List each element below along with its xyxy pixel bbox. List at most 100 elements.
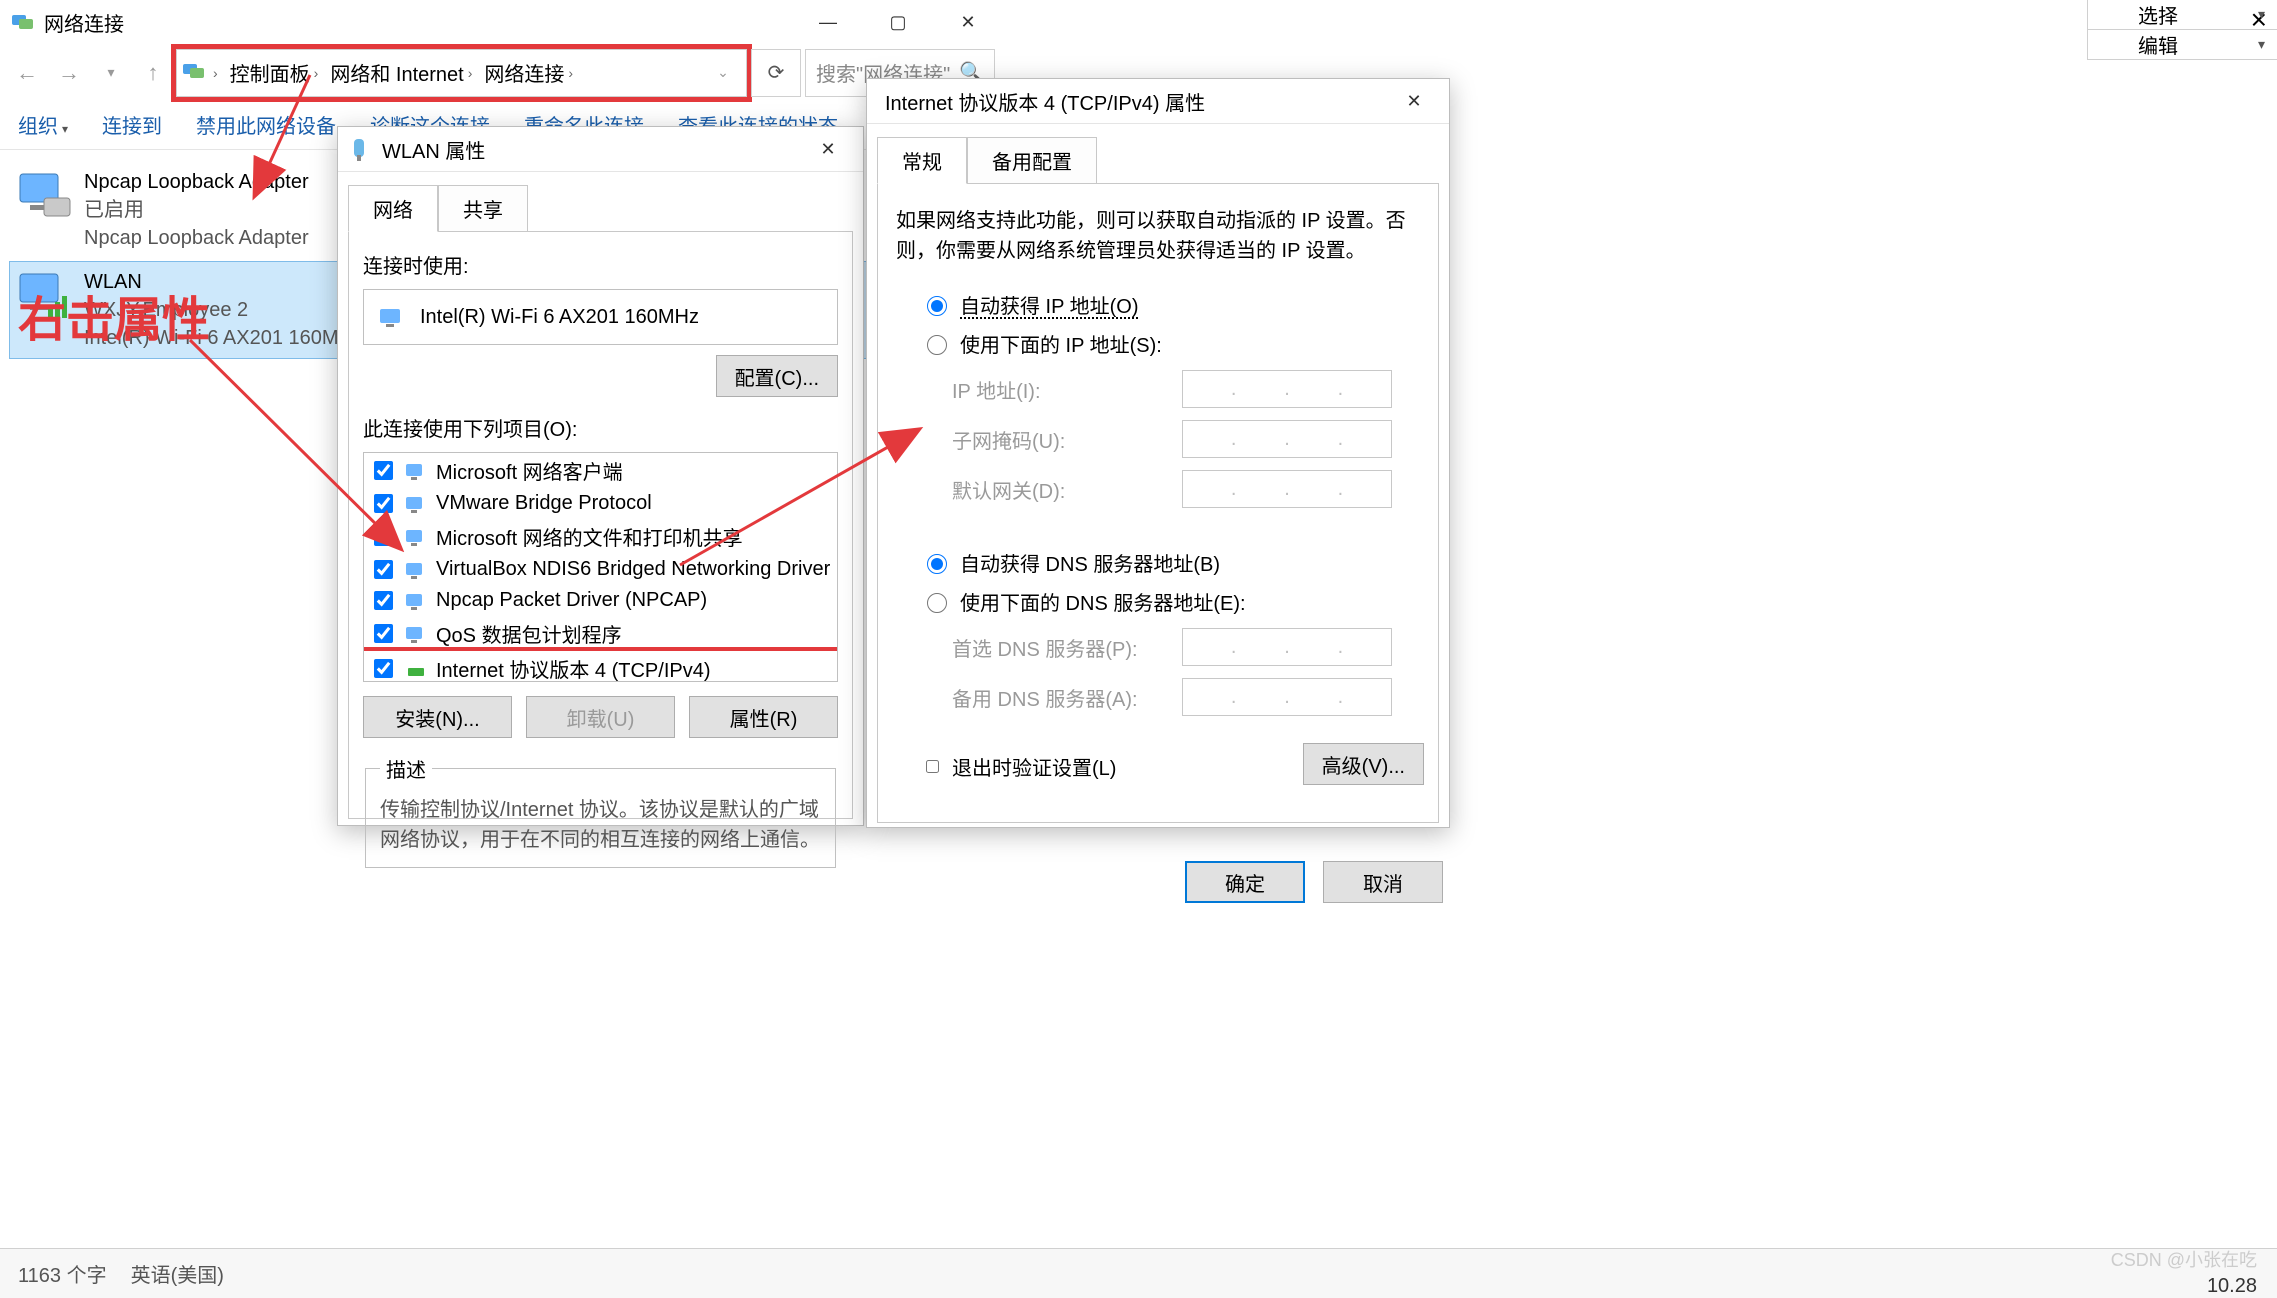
protocol-item[interactable]: Internet 协议版本 4 (TCP/IPv4): [364, 651, 837, 682]
properties-button[interactable]: 属性(R): [689, 696, 838, 738]
protocol-checkbox[interactable]: [374, 591, 393, 610]
protocol-label: Internet 协议版本 4 (TCP/IPv4): [436, 654, 711, 682]
ip-address-label: IP 地址(I):: [952, 375, 1182, 404]
address-history-dropdown[interactable]: ⌄: [704, 54, 742, 92]
radio-auto-ip[interactable]: 自动获得 IP 地址(O): [922, 290, 1424, 319]
dialog-title: WLAN 属性: [382, 135, 793, 164]
cancel-button[interactable]: 取消: [1323, 861, 1443, 903]
protocol-checkbox[interactable]: [374, 494, 393, 513]
adapter-name: Npcap Loopback Adapter: [84, 168, 309, 196]
address-icon: [181, 60, 207, 86]
adapter-device: Intel(R) Wi-Fi 6 AX201 160MHz: [84, 324, 363, 352]
radio-manual-ip-label: 使用下面的 IP 地址(S):: [960, 329, 1162, 358]
protocol-checkbox[interactable]: [374, 527, 393, 546]
protocol-item[interactable]: Microsoft 网络客户端: [364, 453, 837, 488]
protocol-list[interactable]: Microsoft 网络客户端 VMware Bridge Protocol Mic…: [363, 452, 838, 682]
install-button[interactable]: 安装(N)...: [363, 696, 512, 738]
adapter-wifi-icon: [14, 268, 74, 324]
adapter-status: 已启用: [84, 196, 309, 224]
protocol-checkbox[interactable]: [374, 461, 393, 480]
protocol-item[interactable]: Npcap Packet Driver (NPCAP): [364, 585, 837, 616]
tab-general[interactable]: 常规: [877, 137, 967, 184]
connect-using-label: 连接时使用:: [363, 250, 838, 279]
breadcrumb[interactable]: 网络和 Internet›: [324, 54, 478, 91]
validate-on-exit-input[interactable]: [926, 760, 939, 773]
adapter-text: Intel(R) Wi-Fi 6 AX201 160MHz: [420, 306, 699, 329]
adapter-icon: [14, 168, 74, 224]
refresh-button[interactable]: ⟳: [751, 49, 801, 97]
protocol-checkbox[interactable]: [374, 624, 393, 643]
maximize-button[interactable]: ▢: [863, 0, 933, 45]
radio-manual-ip-input[interactable]: [927, 335, 947, 355]
protocol-item[interactable]: VirtualBox NDIS6 Bridged Networking Driv…: [364, 554, 837, 585]
clock: 10.28: [2207, 1275, 2257, 1298]
subnet-mask-field: ...: [1182, 420, 1392, 458]
radio-auto-ip-label: 自动获得 IP 地址(O): [960, 290, 1139, 319]
radio-manual-dns-input[interactable]: [927, 593, 947, 613]
radio-manual-dns-label: 使用下面的 DNS 服务器地址(E):: [960, 587, 1246, 616]
ok-button[interactable]: 确定: [1185, 861, 1305, 903]
tab-alternate[interactable]: 备用配置: [967, 137, 1097, 184]
preferred-dns-field: ...: [1182, 628, 1392, 666]
protocol-label: VMware Bridge Protocol: [436, 492, 652, 515]
back-button[interactable]: ←: [8, 54, 46, 92]
protocol-item[interactable]: QoS 数据包计划程序: [364, 616, 837, 651]
protocol-icon: [404, 493, 428, 515]
breadcrumb[interactable]: 网络连接›: [478, 54, 579, 91]
adapter-ssid: WXJY.Employee 2: [84, 296, 363, 324]
disable-device-button[interactable]: 禁用此网络设备: [196, 110, 336, 139]
protocol-item[interactable]: Microsoft 网络的文件和打印机共享: [364, 519, 837, 554]
protocol-label: Microsoft 网络客户端: [436, 456, 623, 485]
outer-status-bar: 1163 个字 英语(美国): [0, 1248, 2277, 1298]
word-count: 1163 个字: [18, 1259, 107, 1288]
radio-auto-dns-label: 自动获得 DNS 服务器地址(B): [960, 548, 1220, 577]
alternate-dns-field: ...: [1182, 678, 1392, 716]
language-status[interactable]: 英语(美国): [131, 1259, 224, 1288]
tab-sharing[interactable]: 共享: [438, 185, 528, 232]
edit-menu[interactable]: 编辑▾: [2088, 30, 2277, 60]
preferred-dns-label: 首选 DNS 服务器(P):: [952, 633, 1182, 662]
protocol-icon: [404, 658, 428, 680]
uninstall-button: 卸载(U): [526, 696, 675, 738]
advanced-button[interactable]: 高级(V)...: [1303, 743, 1424, 785]
radio-manual-dns[interactable]: 使用下面的 DNS 服务器地址(E):: [922, 587, 1424, 616]
protocol-item[interactable]: VMware Bridge Protocol: [364, 488, 837, 519]
connect-to-button[interactable]: 连接到: [102, 110, 162, 139]
adapter-box: Intel(R) Wi-Fi 6 AX201 160MHz: [363, 289, 838, 345]
up-button[interactable]: ↑: [134, 54, 172, 92]
configure-button[interactable]: 配置(C)...: [716, 355, 838, 397]
dialog-title: Internet 协议版本 4 (TCP/IPv4) 属性: [877, 87, 1379, 116]
description-group: 描述 传输控制协议/Internet 协议。该协议是默认的广域网络协议，用于在不…: [365, 754, 836, 868]
nic-icon: [378, 305, 406, 329]
radio-auto-dns[interactable]: 自动获得 DNS 服务器地址(B): [922, 548, 1424, 577]
radio-auto-ip-input[interactable]: [927, 296, 947, 316]
select-menu[interactable]: 选择▾: [2088, 0, 2277, 30]
radio-manual-ip[interactable]: 使用下面的 IP 地址(S):: [922, 329, 1424, 358]
close-button[interactable]: ✕: [1379, 79, 1449, 124]
protocol-label: QoS 数据包计划程序: [436, 619, 622, 648]
protocol-checkbox[interactable]: [374, 560, 393, 579]
forward-button[interactable]: →: [50, 54, 88, 92]
protocol-label: VirtualBox NDIS6 Bridged Networking Driv…: [436, 558, 830, 581]
protocol-icon: [404, 526, 428, 548]
close-button[interactable]: ✕: [933, 0, 1003, 45]
items-label: 此连接使用下列项目(O):: [363, 413, 838, 442]
radio-auto-dns-input[interactable]: [927, 554, 947, 574]
protocol-icon: [404, 623, 428, 645]
protocol-label: Microsoft 网络的文件和打印机共享: [436, 522, 743, 551]
adapter-device: Npcap Loopback Adapter: [84, 224, 309, 252]
protocol-icon: [404, 559, 428, 581]
protocol-icon: [404, 590, 428, 612]
breadcrumb[interactable]: 控制面板›: [224, 54, 325, 91]
minimize-button[interactable]: —: [793, 0, 863, 45]
organize-menu[interactable]: 组织▾: [18, 110, 68, 139]
close-button[interactable]: ✕: [793, 127, 863, 172]
recent-dropdown[interactable]: ▾: [92, 54, 130, 92]
protocol-checkbox[interactable]: [374, 659, 393, 678]
address-bar[interactable]: › 控制面板› 网络和 Internet› 网络连接› ⌄: [176, 49, 747, 97]
adapter-name: WLAN: [84, 268, 363, 296]
watermark: CSDN @小张在吃: [2111, 1246, 2257, 1272]
ip-address-field: ...: [1182, 370, 1392, 408]
tab-network[interactable]: 网络: [348, 185, 438, 232]
description-text: 传输控制协议/Internet 协议。该协议是默认的广域网络协议，用于在不同的相…: [380, 795, 821, 855]
